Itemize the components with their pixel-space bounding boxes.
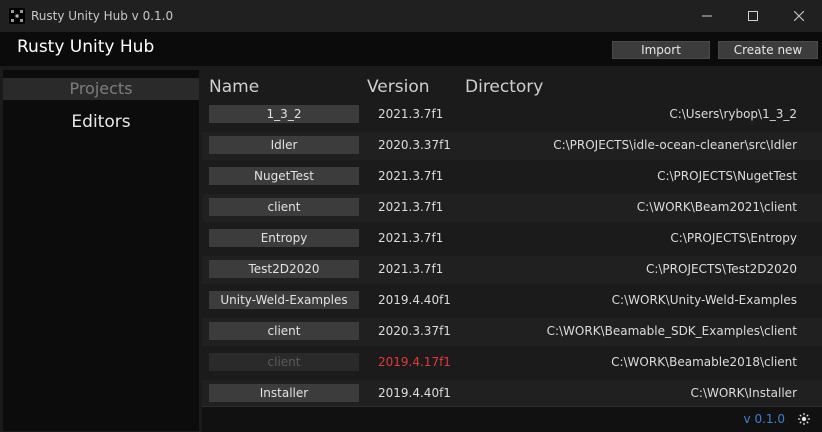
column-header-version: Version — [367, 77, 430, 97]
window-titlebar[interactable]: Rusty Unity Hub v 0.1.0 — [0, 0, 822, 32]
project-directory: C:\PROJECTS\idle-ocean-cleaner\src\Idler — [553, 138, 797, 152]
import-button[interactable]: Import — [612, 41, 710, 59]
project-open-button[interactable]: Idler — [209, 136, 359, 154]
sun-icon[interactable] — [798, 413, 810, 425]
window-title: Rusty Unity Hub v 0.1.0 — [31, 9, 174, 23]
minimize-icon — [702, 15, 712, 17]
project-directory: C:\PROJECTS\NugetTest — [657, 169, 797, 183]
projects-table: Name Version Directory 1_3_2 2021.3.7f1 … — [202, 70, 822, 406]
project-open-button[interactable]: Unity-Weld-Examples — [209, 291, 359, 309]
project-open-button[interactable]: 1_3_2 — [209, 105, 359, 123]
sidebar: Projects Editors — [3, 70, 199, 431]
status-bar: v 0.1.0 — [202, 406, 822, 432]
project-version: 2019.4.40f1 — [378, 386, 451, 400]
project-directory: C:\Users\rybop\1_3_2 — [669, 107, 797, 121]
project-version: 2020.3.37f1 — [378, 138, 451, 152]
project-directory: C:\WORK\Beam2021\client — [636, 200, 797, 214]
table-scrollbar[interactable] — [814, 70, 822, 406]
table-row[interactable]: client 2019.4.17f1 C:\WORK\Beamable2018\… — [202, 349, 822, 377]
project-directory: C:\WORK\Beamable_SDK_Examples\client — [546, 324, 797, 338]
table-row[interactable]: client 2021.3.7f1 C:\WORK\Beam2021\clien… — [202, 194, 822, 222]
close-icon — [794, 11, 804, 21]
project-version: 2020.3.37f1 — [378, 324, 451, 338]
column-header-directory: Directory — [465, 77, 544, 97]
project-version: 2021.3.7f1 — [378, 107, 444, 121]
sidebar-item-editors[interactable]: Editors — [3, 111, 199, 133]
app-name: Rusty Unity Hub — [17, 37, 155, 57]
project-open-button[interactable]: client — [209, 198, 359, 216]
column-header-name: Name — [209, 77, 260, 97]
table-row[interactable]: client 2020.3.37f1 C:\WORK\Beamable_SDK_… — [202, 318, 822, 346]
project-version: 2021.3.7f1 — [378, 169, 444, 183]
app-header: Rusty Unity Hub Import Create new — [0, 32, 822, 66]
project-open-button[interactable]: client — [209, 322, 359, 340]
project-directory: C:\WORK\Installer — [690, 386, 797, 400]
project-version: 2021.3.7f1 — [378, 231, 444, 245]
project-version: 2021.3.7f1 — [378, 262, 444, 276]
project-open-button[interactable]: Entropy — [209, 229, 359, 247]
sidebar-item-projects[interactable]: Projects — [3, 78, 199, 100]
table-row[interactable]: 1_3_2 2021.3.7f1 C:\Users\rybop\1_3_2 — [202, 101, 822, 129]
create-new-button[interactable]: Create new — [718, 41, 818, 59]
project-version: 2019.4.40f1 — [378, 293, 451, 307]
maximize-button[interactable] — [730, 0, 776, 32]
project-open-button-disabled[interactable]: client — [209, 353, 359, 371]
version-link[interactable]: v 0.1.0 — [744, 412, 785, 426]
project-version-missing: 2019.4.17f1 — [378, 355, 451, 369]
table-row[interactable]: Idler 2020.3.37f1 C:\PROJECTS\idle-ocean… — [202, 132, 822, 160]
table-row[interactable]: Entropy 2021.3.7f1 C:\PROJECTS\Entropy — [202, 225, 822, 253]
minimize-button[interactable] — [684, 0, 730, 32]
project-directory: C:\WORK\Beamable2018\client — [611, 355, 797, 369]
project-directory: C:\PROJECTS\Test2D2020 — [645, 262, 797, 276]
table-row[interactable]: Unity-Weld-Examples 2019.4.40f1 C:\WORK\… — [202, 287, 822, 315]
table-row[interactable]: Installer 2019.4.40f1 C:\WORK\Installer — [202, 380, 822, 406]
project-directory: C:\WORK\Unity-Weld-Examples — [611, 293, 797, 307]
table-row[interactable]: NugetTest 2021.3.7f1 C:\PROJECTS\NugetTe… — [202, 163, 822, 191]
project-open-button[interactable]: Test2D2020 — [209, 260, 359, 278]
project-directory: C:\PROJECTS\Entropy — [670, 231, 797, 245]
table-row[interactable]: Test2D2020 2021.3.7f1 C:\PROJECTS\Test2D… — [202, 256, 822, 284]
project-open-button[interactable]: NugetTest — [209, 167, 359, 185]
project-version: 2021.3.7f1 — [378, 200, 444, 214]
project-open-button[interactable]: Installer — [209, 384, 359, 402]
app-logo-icon — [9, 8, 25, 24]
maximize-icon — [748, 11, 758, 21]
close-button[interactable] — [776, 0, 822, 32]
